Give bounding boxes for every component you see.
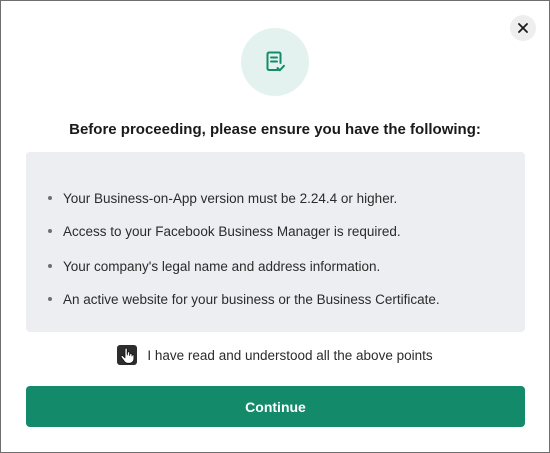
- continue-button[interactable]: Continue: [26, 386, 525, 427]
- agreement-checkbox[interactable]: [117, 345, 138, 365]
- requirement-text: Your company's legal name and address in…: [63, 258, 381, 274]
- header-icon-badge: [241, 28, 309, 96]
- bullet-icon: [48, 264, 52, 268]
- close-icon: [518, 23, 528, 33]
- requirement-item: Your company's legal name and address in…: [26, 256, 380, 276]
- requirement-item: Access to your Facebook Business Manager…: [26, 221, 401, 241]
- bullet-icon: [48, 229, 52, 233]
- agreement-row: I have read and understood all the above…: [1, 345, 549, 365]
- checklist-icon: [266, 51, 285, 72]
- prerequisites-dialog: Before proceeding, please ensure you hav…: [0, 0, 550, 453]
- requirement-item: An active website for your business or t…: [26, 289, 440, 309]
- dialog-heading: Before proceeding, please ensure you hav…: [69, 121, 481, 138]
- requirement-item: Your Business-on-App version must be 2.2…: [26, 188, 397, 208]
- requirement-text: An active website for your business or t…: [63, 291, 440, 307]
- close-button[interactable]: [510, 15, 536, 41]
- bullet-icon: [48, 196, 52, 200]
- hand-cursor-icon: [121, 347, 135, 364]
- agreement-label[interactable]: I have read and understood all the above…: [147, 348, 432, 363]
- requirements-panel: Your Business-on-App version must be 2.2…: [26, 152, 525, 332]
- requirement-text: Your Business-on-App version must be 2.2…: [63, 190, 398, 206]
- bullet-icon: [48, 297, 52, 301]
- requirement-text: Access to your Facebook Business Manager…: [63, 223, 401, 239]
